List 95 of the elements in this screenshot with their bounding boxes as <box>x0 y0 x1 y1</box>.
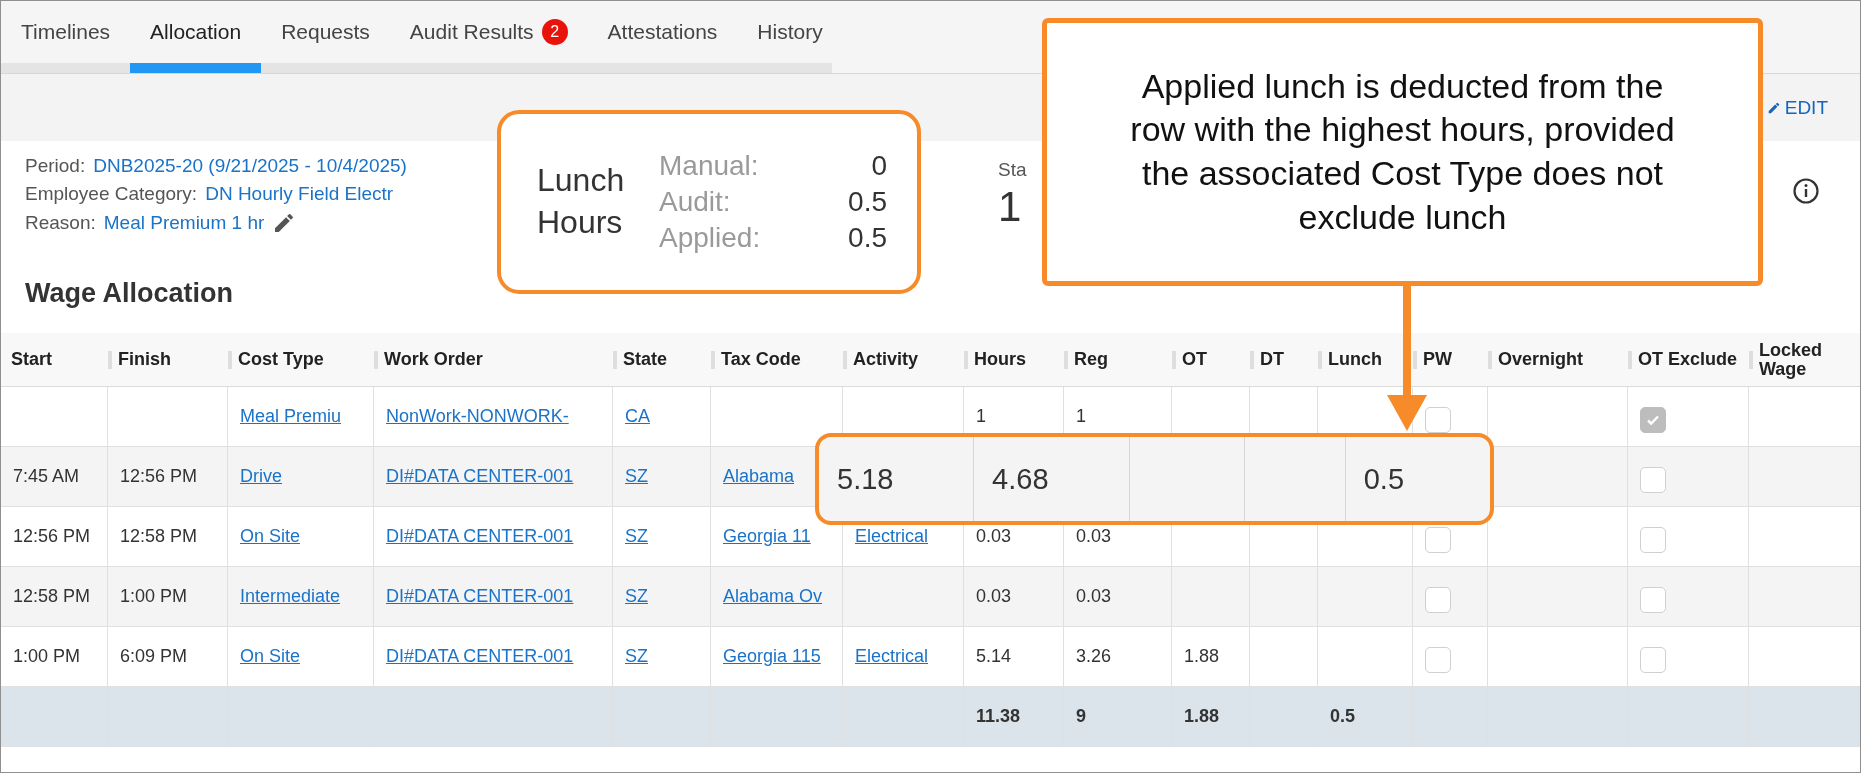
column-header[interactable]: Reg <box>1064 333 1172 387</box>
column-header[interactable]: Activity <box>843 333 964 387</box>
table-link[interactable]: SZ <box>625 646 648 667</box>
field-link[interactable]: Meal Premium 1 hr <box>103 212 265 234</box>
table-link[interactable]: DI#DATA CENTER-001 <box>386 466 574 487</box>
checkbox[interactable] <box>1640 406 1666 433</box>
checkbox[interactable] <box>1425 406 1451 433</box>
checkbox[interactable] <box>1425 526 1451 553</box>
hours-label: Applied: <box>659 222 762 254</box>
table-link[interactable]: SZ <box>625 586 648 607</box>
table-link[interactable]: DI#DATA CENTER-001 <box>386 526 574 547</box>
callout-text: Applied lunch is deducted from the row with the highest hours, provided the associated Cost Type does not exclude lunch <box>1129 65 1676 238</box>
table-cell: 1:00 PM <box>108 567 228 627</box>
total-cell: 1.88 <box>1172 687 1250 747</box>
table-cell: 5.14 <box>964 627 1064 687</box>
total-cell: 9 <box>1064 687 1172 747</box>
checkbox[interactable] <box>1640 466 1666 493</box>
info-icon[interactable] <box>1792 177 1820 205</box>
magnified-value: 0.5 <box>1363 462 1405 496</box>
total-cell: 11.38 <box>964 687 1064 747</box>
table-cell: 3.26 <box>1064 627 1172 687</box>
table-link[interactable]: SZ <box>625 466 648 487</box>
table-link[interactable]: SZ <box>625 526 648 547</box>
table-cell: 0.03 <box>964 567 1064 627</box>
table-cell: 0.03 <box>1064 567 1172 627</box>
column-header[interactable]: DT <box>1250 333 1318 387</box>
table-cell: 12:56 PM <box>1 507 108 567</box>
total-cell <box>1250 687 1318 747</box>
column-header[interactable]: Start <box>1 333 108 387</box>
column-header[interactable]: Tax Code <box>711 333 843 387</box>
column-header[interactable]: Overnight <box>1488 333 1628 387</box>
column-header[interactable]: PW <box>1413 333 1488 387</box>
table-link[interactable]: Georgia 115 <box>723 646 821 667</box>
tab[interactable]: Audit Results 2 <box>389 1 588 73</box>
table-link[interactable]: DI#DATA CENTER-001 <box>386 646 574 667</box>
table-cell: 12:58 PM <box>108 507 228 567</box>
stat-label: Sta <box>998 159 1027 181</box>
table-cell: 12:58 PM <box>1 567 108 627</box>
checkbox[interactable] <box>1425 586 1451 613</box>
column-header[interactable]: OT Exclude <box>1628 333 1749 387</box>
hours-value: 0.5 <box>848 186 887 218</box>
table-link[interactable]: On Site <box>240 526 301 547</box>
table-link[interactable]: Alabama <box>723 466 795 487</box>
checkbox[interactable] <box>1640 526 1666 553</box>
column-header[interactable]: Lunch <box>1318 333 1413 387</box>
pencil-icon[interactable] <box>1766 100 1781 115</box>
hours-value: 0.5 <box>848 222 887 254</box>
section-title: Wage Allocation <box>25 276 234 310</box>
table-link[interactable]: Electrical <box>855 526 929 547</box>
table-cell <box>1250 567 1318 627</box>
column-header[interactable]: Locked Wage <box>1749 333 1860 387</box>
hours-label: Manual: <box>659 150 760 182</box>
checkbox[interactable] <box>1640 646 1666 673</box>
column-header[interactable]: State <box>613 333 711 387</box>
checkbox[interactable] <box>1425 646 1451 673</box>
magnified-value: 4.68 <box>992 462 1049 496</box>
table-cell: 1:00 PM <box>1 627 108 687</box>
column-header[interactable]: Cost Type <box>228 333 374 387</box>
table-cell: 6:09 PM <box>108 627 228 687</box>
table-link[interactable]: Alabama Ov <box>723 586 823 607</box>
table-link[interactable]: Meal Premiu <box>240 406 342 427</box>
table-link[interactable]: Electrical <box>855 646 929 667</box>
tab[interactable]: Timelines <box>1 1 131 73</box>
field-label: Period: <box>25 155 86 177</box>
column-header[interactable]: OT <box>1172 333 1250 387</box>
column-header[interactable]: Hours <box>964 333 1064 387</box>
table-link[interactable]: CA <box>625 406 650 427</box>
tab[interactable]: Requests <box>261 1 390 73</box>
table-link[interactable]: Drive <box>240 466 282 487</box>
table-link[interactable]: NonWork-NONWORK- <box>386 406 569 427</box>
table-link[interactable]: DI#DATA CENTER-001 <box>386 586 574 607</box>
hours-label: Audit: <box>659 186 732 218</box>
checkbox[interactable] <box>1640 586 1666 613</box>
column-header[interactable]: Finish <box>108 333 228 387</box>
field-link[interactable]: DN Hourly Field Electr <box>205 183 394 205</box>
tab[interactable]: History <box>737 1 843 73</box>
tab[interactable]: Attestations <box>587 1 738 73</box>
table-cell: 12:56 PM <box>108 447 228 507</box>
table-cell: 1.88 <box>1172 627 1250 687</box>
count-badge: 2 <box>541 19 568 45</box>
lunch-hours-title: Lunch Hours <box>537 161 626 242</box>
edit-button[interactable]: EDIT <box>1784 96 1828 119</box>
field-link[interactable]: DNB2025-20 (9/21/2025 - 10/4/2025) <box>93 155 407 177</box>
table-link[interactable]: Georgia 11 <box>723 526 811 547</box>
column-header[interactable]: Work Order <box>374 333 613 387</box>
hours-value: 0 <box>870 150 887 182</box>
field-label: Employee Category: <box>25 183 198 205</box>
stat-value: 1 <box>998 183 1022 231</box>
table-link[interactable]: Intermediate <box>240 586 341 607</box>
table-cell <box>1250 627 1318 687</box>
magnified-value: 5.18 <box>837 462 894 496</box>
table-cell: 7:45 AM <box>1 447 108 507</box>
field-label: Reason: <box>25 212 96 234</box>
total-cell: 0.5 <box>1318 687 1413 747</box>
table-link[interactable]: On Site <box>240 646 301 667</box>
